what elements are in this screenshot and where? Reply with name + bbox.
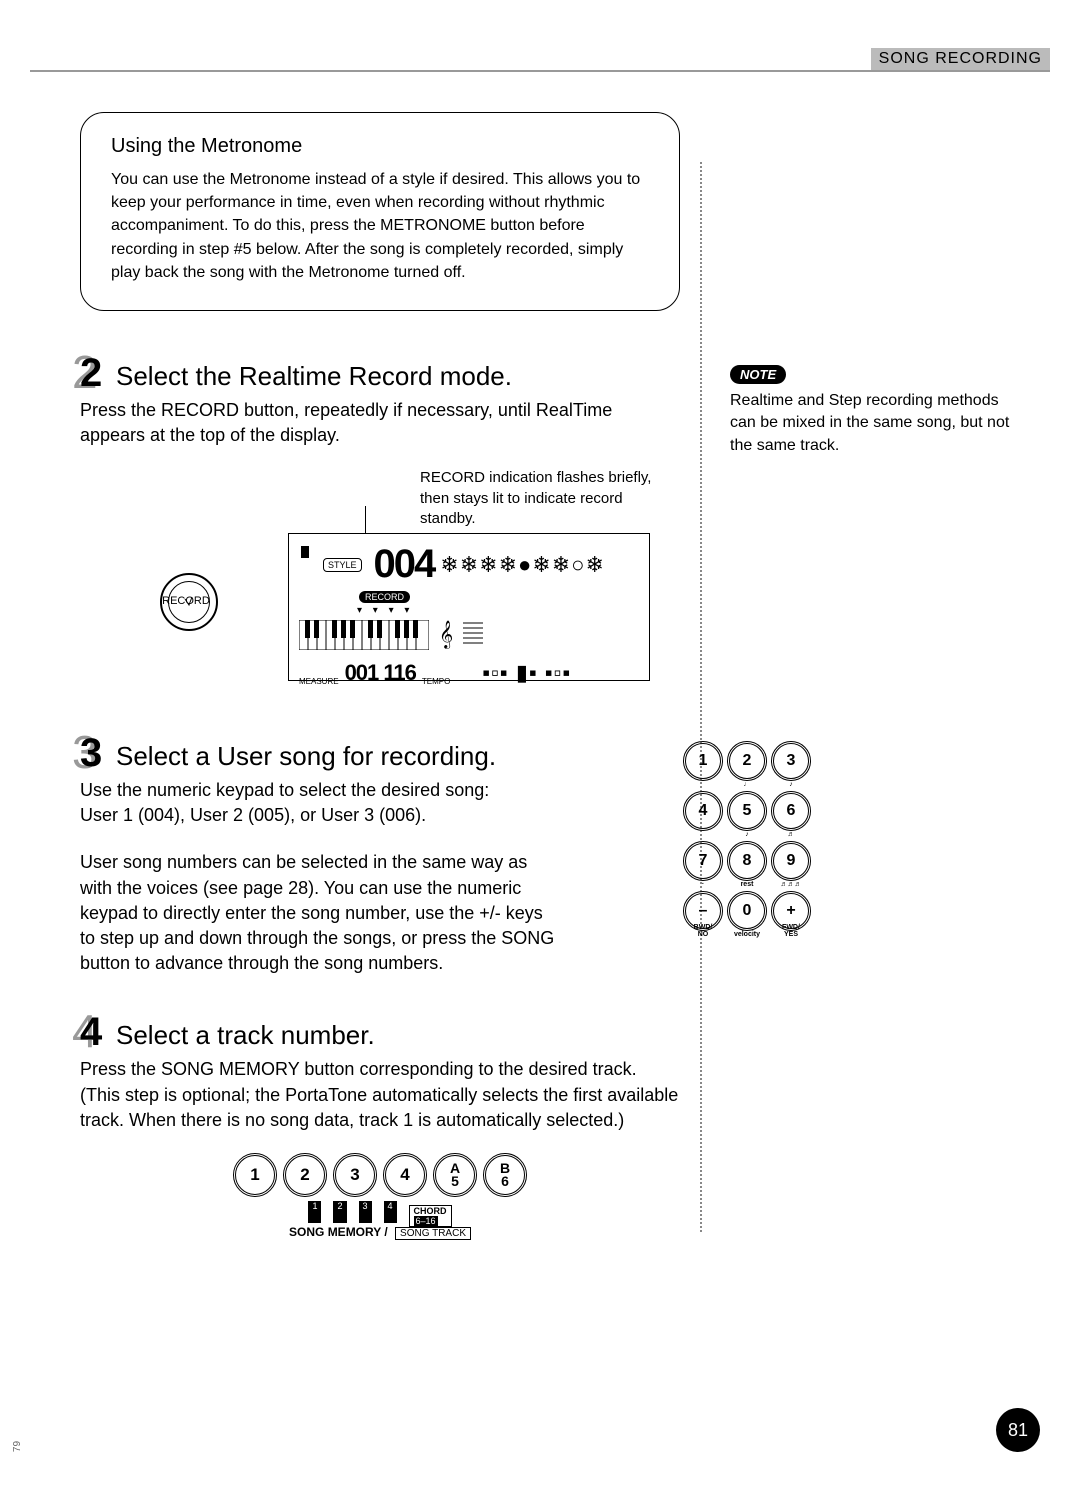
song-memory-a5[interactable]: A 5 [433, 1153, 477, 1197]
metronome-body: You can use the Metronome instead of a s… [111, 168, 649, 284]
step-3-body-1: Use the numeric keypad to select the des… [80, 778, 520, 828]
step-2: 2 2 Select the Realtime Record mode. Pre… [80, 361, 680, 681]
section-header: SONG RECORDING [871, 48, 1050, 70]
step-2-body: Press the RECORD button, repeatedly if n… [80, 398, 680, 448]
keypad-plus[interactable]: +FWD/ YES [771, 891, 811, 931]
keypad-2[interactable]: 2♩ [727, 741, 767, 781]
keypad-5[interactable]: 5♪ [727, 791, 767, 831]
keypad-6[interactable]: 6♬ [771, 791, 811, 831]
lcd-keyboard-row: 𝄞 [299, 620, 639, 650]
song-memory-b6[interactable]: B 6 [483, 1153, 527, 1197]
indicator-dot [301, 546, 309, 558]
style-badge: STYLE [323, 558, 362, 572]
song-memory-2[interactable]: 2 [283, 1153, 327, 1197]
vertical-dotted-separator [700, 162, 702, 1232]
keypad-8[interactable]: 8rest [727, 841, 767, 881]
step-4-heading: Select a track number. [116, 1020, 680, 1051]
step-4: 4 4 Select a track number. Press the SON… [80, 1020, 680, 1239]
lcd-segments: ▪▫▪ ▮▪ ▪▫▪ [482, 660, 571, 686]
keypad-9[interactable]: 9♬♬♬ [771, 841, 811, 881]
song-memory-under-labels: 1 2 3 4 CHORD 6–16 [80, 1201, 680, 1223]
step-3: 3 3 Select a User song for recording. Us… [80, 741, 680, 976]
chord-label: CHORD 6–16 [409, 1205, 452, 1227]
metronome-title: Using the Metronome [111, 135, 649, 158]
metronome-box: Using the Metronome You can use the Metr… [80, 112, 680, 311]
main-column: Using the Metronome You can use the Metr… [80, 112, 680, 1239]
song-memory-3[interactable]: 3 [333, 1153, 377, 1197]
keypad-7[interactable]: 7· [683, 841, 723, 881]
keyboard-icon [299, 620, 429, 650]
note-sidebar: NOTE Realtime and Step recording methods… [730, 365, 1020, 457]
step-number: 4 [80, 1010, 102, 1055]
step-3-body-2: User song numbers can be selected in the… [80, 850, 560, 976]
step-4-body: Press the SONG MEMORY button correspondi… [80, 1057, 680, 1133]
song-memory-buttons: 1 2 3 4 A 5 B 6 [80, 1153, 680, 1197]
keypad-0[interactable]: 0velocity [727, 891, 767, 931]
keypad-minus[interactable]: –BWD/ NO [683, 891, 723, 931]
step-number: 3 [80, 731, 102, 776]
song-memory-1[interactable]: 1 [233, 1153, 277, 1197]
keypad-3[interactable]: 3♪ [771, 741, 811, 781]
measure-value: 001 116 [345, 660, 416, 686]
keypad-4[interactable]: 4 [683, 791, 723, 831]
step-2-heading: Select the Realtime Record mode. [116, 361, 680, 392]
lcd-number: 004 [374, 542, 435, 587]
display-row: RECORD STYLE 004 ❄❄❄❄●❄❄○❄ RECORD ▾ ▾ ▾ … [160, 533, 680, 681]
lcd-arrows: ▾ ▾ ▾ ▾ [357, 605, 639, 616]
lcd-display: STYLE 004 ❄❄❄❄●❄❄○❄ RECORD ▾ ▾ ▾ ▾ [288, 533, 650, 681]
song-memory-4[interactable]: 4 [383, 1153, 427, 1197]
songtrack-label: SONG TRACK [395, 1227, 471, 1240]
staff-lines-icon [463, 621, 483, 650]
record-button-label: RECORD [146, 595, 226, 607]
lcd-caption: RECORD indication flashes briefly, then … [420, 468, 670, 529]
header-divider: SONG RECORDING [30, 0, 1050, 72]
note-badge: NOTE [730, 365, 786, 384]
treble-clef-icon: 𝄞 [439, 621, 453, 649]
keypad-1[interactable]: 1 [683, 741, 723, 781]
note-body: Realtime and Step recording methods can … [730, 390, 1020, 457]
step-3-heading: Select a User song for recording. [116, 741, 680, 772]
tempo-label: TEMPO [422, 677, 450, 686]
side-marker: 79 [12, 1441, 23, 1452]
page-number: 81 [996, 1408, 1040, 1452]
lcd-record-badge: RECORD [359, 591, 410, 603]
step-number: 2 [80, 351, 102, 396]
numeric-keypad: 1 2♩ 3♪ 4 5♪ 6♬ 7· 8rest 9♬♬♬ –BWD/ NO 0… [682, 741, 812, 933]
lcd-pointer-line [365, 506, 366, 534]
measure-label: MEASURE [299, 677, 339, 686]
song-memory-title: SONG MEMORY / SONG TRACK [80, 1225, 680, 1239]
lcd-icons: ❄❄❄❄●❄❄○❄ [440, 552, 605, 578]
